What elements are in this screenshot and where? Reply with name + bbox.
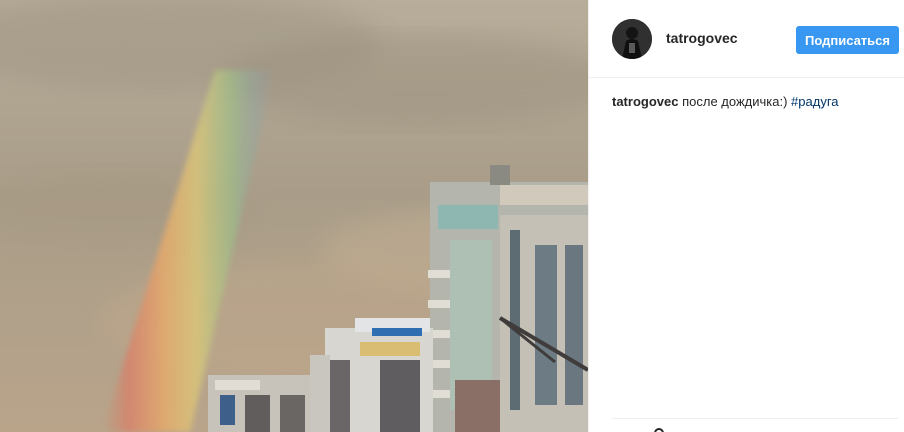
- hashtag-link[interactable]: #радуга: [791, 94, 838, 109]
- actions-divider: [612, 418, 898, 419]
- avatar[interactable]: [612, 19, 652, 59]
- follow-button[interactable]: Подписаться: [796, 26, 899, 54]
- caption-username-link[interactable]: tatrogovec: [612, 94, 678, 109]
- post-side-panel: tatrogovec Подписаться tatrogovec после …: [588, 0, 904, 432]
- instagram-post: tatrogovec Подписаться tatrogovec после …: [0, 0, 904, 432]
- caption-text: после дождичка:): [682, 94, 788, 109]
- profile-avatar-icon: [612, 19, 652, 59]
- post-photo[interactable]: [0, 0, 588, 432]
- rainbow-photo-image: [0, 0, 588, 432]
- post-header: tatrogovec Подписаться: [589, 0, 904, 78]
- post-caption: tatrogovec после дождичка:) #радуга: [612, 93, 892, 110]
- username-link[interactable]: tatrogovec: [666, 30, 738, 46]
- comment-icon[interactable]: [654, 428, 664, 432]
